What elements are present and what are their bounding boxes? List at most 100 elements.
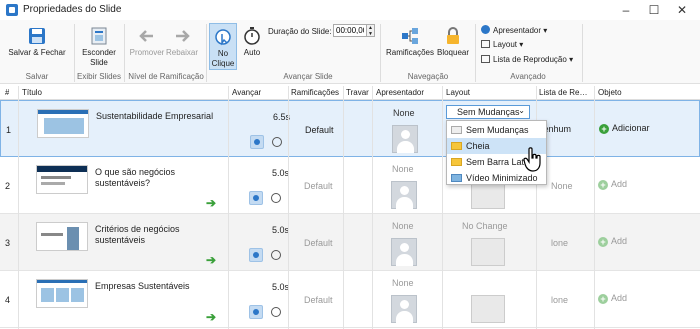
branch-value[interactable]: Default [304,295,333,305]
col-advance[interactable]: Avançar [232,88,261,97]
layout-option-no-change[interactable]: Sem Mudanças [447,122,546,138]
column-divider [442,86,443,329]
playlist-value[interactable]: lone [551,295,568,305]
table-row[interactable]: 1 Sustentabilidade Empresarial 6.5s Defa… [0,100,700,157]
on-click-icon[interactable] [249,191,263,205]
on-click-icon[interactable] [250,135,264,149]
col-object[interactable]: Objeto [598,88,622,97]
presenter-avatar[interactable] [392,125,418,153]
auto-label: Auto [243,48,261,57]
playlist-value[interactable]: lone [551,238,568,248]
timer-icon[interactable] [271,193,281,203]
title-bar: Propriedades do Slide – ☐ ✕ [0,0,700,20]
close-button[interactable]: ✕ [668,2,696,18]
branching-button[interactable]: Ramificações [384,26,436,58]
group-save-label: Salvar [25,72,49,81]
timer-icon[interactable] [271,307,281,317]
slide-thumbnail [36,279,88,308]
lock-icon [447,27,459,44]
next-arrow-icon: ➔ [206,196,217,210]
playlist-value[interactable]: None [551,181,573,191]
save-close-label: Salvar & Fechar [8,48,66,57]
slide-title: Sustentabilidade Empresarial [96,111,214,121]
ribbon-separator [74,24,75,82]
presenter-avatar[interactable] [391,238,417,266]
col-branching[interactable]: Ramificações [291,88,339,97]
table-row[interactable]: 3 Critérios de negócios sustentáveis ➔ 5… [0,214,700,271]
chevron-down-icon: ▾ [543,26,548,35]
ribbon-separator [582,24,583,82]
col-presenter[interactable]: Apresentador [376,88,424,97]
save-icon [29,28,45,44]
on-click-icon[interactable] [249,305,263,319]
col-playlist[interactable]: Lista de Re… [539,88,591,97]
layout-thumbnail[interactable] [471,295,505,323]
window-title: Propriedades do Slide [23,4,122,15]
layout-select[interactable]: Sem Mudanças ⌄ [446,105,530,119]
add-object-button[interactable]: + Add [598,293,627,304]
add-object-button[interactable]: + Adicionar [599,123,650,134]
layout-thumbnail[interactable] [471,238,505,266]
duration-stepper[interactable]: ▲ ▼ [367,24,375,37]
slide-title: Critérios de negócios sustentáveis [95,224,180,245]
layout-select-value: Sem Mudanças [457,107,520,117]
slide-title: Empresas Sustentáveis [95,281,190,291]
col-lock[interactable]: Travar [346,88,369,97]
layout-menu[interactable]: Layout ▾ [481,40,523,49]
column-divider [288,86,289,329]
hide-slide-button[interactable]: Esconder Slide [78,26,120,68]
arrow-left-icon [139,30,153,42]
slide-thumbnail [37,109,89,138]
app-icon [6,4,18,16]
col-title[interactable]: Título [22,88,42,97]
branch-value[interactable]: Default [304,181,333,191]
plus-icon: + [598,180,608,190]
presenter-menu[interactable]: Apresentador ▾ [481,25,547,35]
on-click-icon[interactable] [249,248,263,262]
hand-cursor-icon [523,147,541,172]
presenter-avatar[interactable] [391,181,417,209]
add-object-button[interactable]: + Add [598,179,627,190]
branch-value[interactable]: Default [304,238,333,248]
playlist-menu-label: Lista de Reprodução [493,55,567,64]
table-row[interactable]: 4 Empresas Sustentáveis ➔ 5.0s Default N… [0,271,700,328]
presenter-avatar[interactable] [391,295,417,323]
save-close-button[interactable]: Salvar & Fechar [4,26,70,58]
hide-slide-label: Esconder Slide [82,48,116,67]
promote-button[interactable]: Promover [128,26,166,58]
stopwatch-icon [244,27,260,45]
playlist-menu[interactable]: Lista de Reprodução ▾ [481,55,573,64]
next-arrow-icon: ➔ [206,253,217,267]
ribbon-separator [380,24,381,82]
timer-icon[interactable] [272,137,282,147]
layout-icon [481,40,490,48]
add-object-button[interactable]: + Add [598,236,627,247]
maximize-button[interactable]: ☐ [640,2,668,18]
timer-icon[interactable] [271,250,281,260]
image-icon [451,174,462,182]
col-number[interactable]: # [5,88,9,97]
lock-button[interactable]: Bloquear [436,26,470,58]
promote-label: Promover [129,48,165,57]
branch-value[interactable]: Default [305,125,334,135]
presenter-icon [481,25,490,34]
col-layout[interactable]: Layout [446,88,470,97]
playlist-icon [481,55,490,63]
duration-input[interactable] [333,24,367,37]
demote-button[interactable]: Rebaixar [164,26,200,58]
on-click-button[interactable]: No Clique [209,23,237,70]
presenter-value: None [392,278,414,288]
layout-menu-label: Layout [493,40,518,49]
layout-value[interactable]: No Change [462,221,508,231]
advance-time: 5.0s [272,225,290,235]
slide-thumbnail [36,222,88,251]
plus-icon: + [598,294,608,304]
table-row[interactable]: 2 O que são negócios sustentáveis? ➔ 5.0… [0,157,700,214]
on-click-label: No Clique [211,49,235,68]
plus-icon: + [598,237,608,247]
folder-icon [451,158,462,166]
minimize-button[interactable]: – [612,2,640,18]
presenter-value: None [393,108,415,118]
column-divider [18,86,19,329]
auto-button[interactable]: Auto [240,26,264,58]
